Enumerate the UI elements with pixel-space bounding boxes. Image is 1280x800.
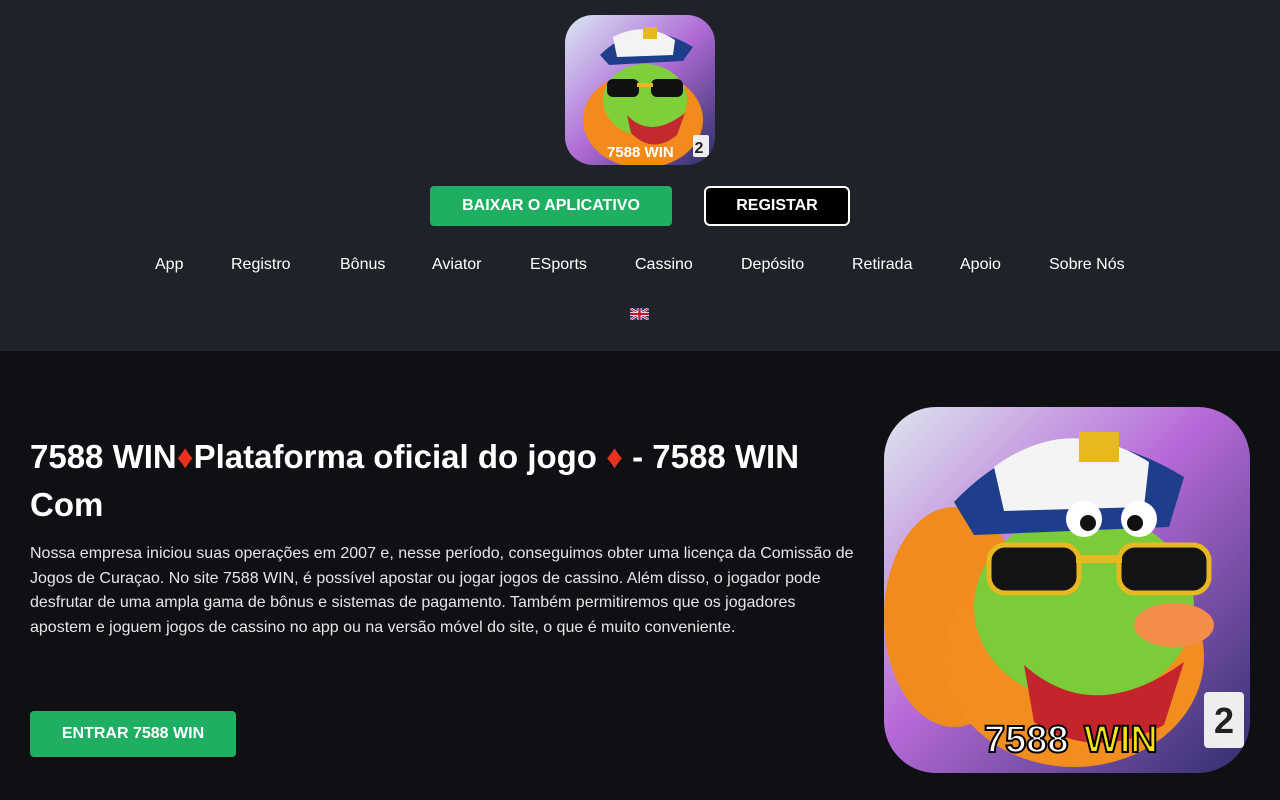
dragon-mascot-image-icon: 2 7588 WIN xyxy=(884,407,1250,773)
svg-text:2: 2 xyxy=(1214,700,1234,741)
site-header: 2 7588 WIN BAIXAR O APLICATIVO REGISTAR … xyxy=(0,0,1280,351)
image-text-number: 7588 xyxy=(984,719,1069,761)
title-brand: 7588 WIN xyxy=(30,438,177,475)
intro-paragraph: Nossa empresa iniciou suas operações em … xyxy=(30,545,854,636)
download-app-button[interactable]: BAIXAR O APLICATIVO xyxy=(430,186,672,226)
svg-text:2: 2 xyxy=(695,140,704,157)
nav-item-deposito[interactable]: Depósito xyxy=(741,256,804,274)
register-button[interactable]: REGISTAR xyxy=(704,186,850,226)
nav-item-bonus[interactable]: Bônus xyxy=(340,256,385,274)
dragon-mascot-logo-icon[interactable]: 2 7588 WIN xyxy=(565,15,715,165)
main-navigation: App Registro Bônus Aviator ESports Cassi… xyxy=(0,256,1280,278)
hero-section: 7588 WIN♦Plataforma oficial do jogo ♦ - … xyxy=(0,351,1280,800)
title-middle: Plataforma oficial do jogo xyxy=(193,438,607,475)
nav-item-esports[interactable]: ESports xyxy=(530,256,587,274)
nav-item-app[interactable]: App xyxy=(155,256,183,274)
image-text-win: WIN xyxy=(1084,719,1158,761)
logo-text: 7588 WIN xyxy=(607,144,674,161)
page-title: 7588 WIN♦Plataforma oficial do jogo ♦ - … xyxy=(30,433,830,529)
enter-button[interactable]: ENTRAR 7588 WIN xyxy=(30,711,236,757)
nav-item-registro[interactable]: Registro xyxy=(231,256,291,274)
nav-item-apoio[interactable]: Apoio xyxy=(960,256,1001,274)
nav-item-retirada[interactable]: Retirada xyxy=(852,256,912,274)
nav-item-sobre-nos[interactable]: Sobre Nós xyxy=(1049,256,1125,274)
nav-item-cassino[interactable]: Cassino xyxy=(635,256,693,274)
uk-flag-icon[interactable] xyxy=(629,306,650,322)
diamond-icon: ♦ xyxy=(606,438,623,475)
diamond-icon: ♦ xyxy=(176,438,194,475)
nav-item-aviator[interactable]: Aviator xyxy=(432,256,482,274)
